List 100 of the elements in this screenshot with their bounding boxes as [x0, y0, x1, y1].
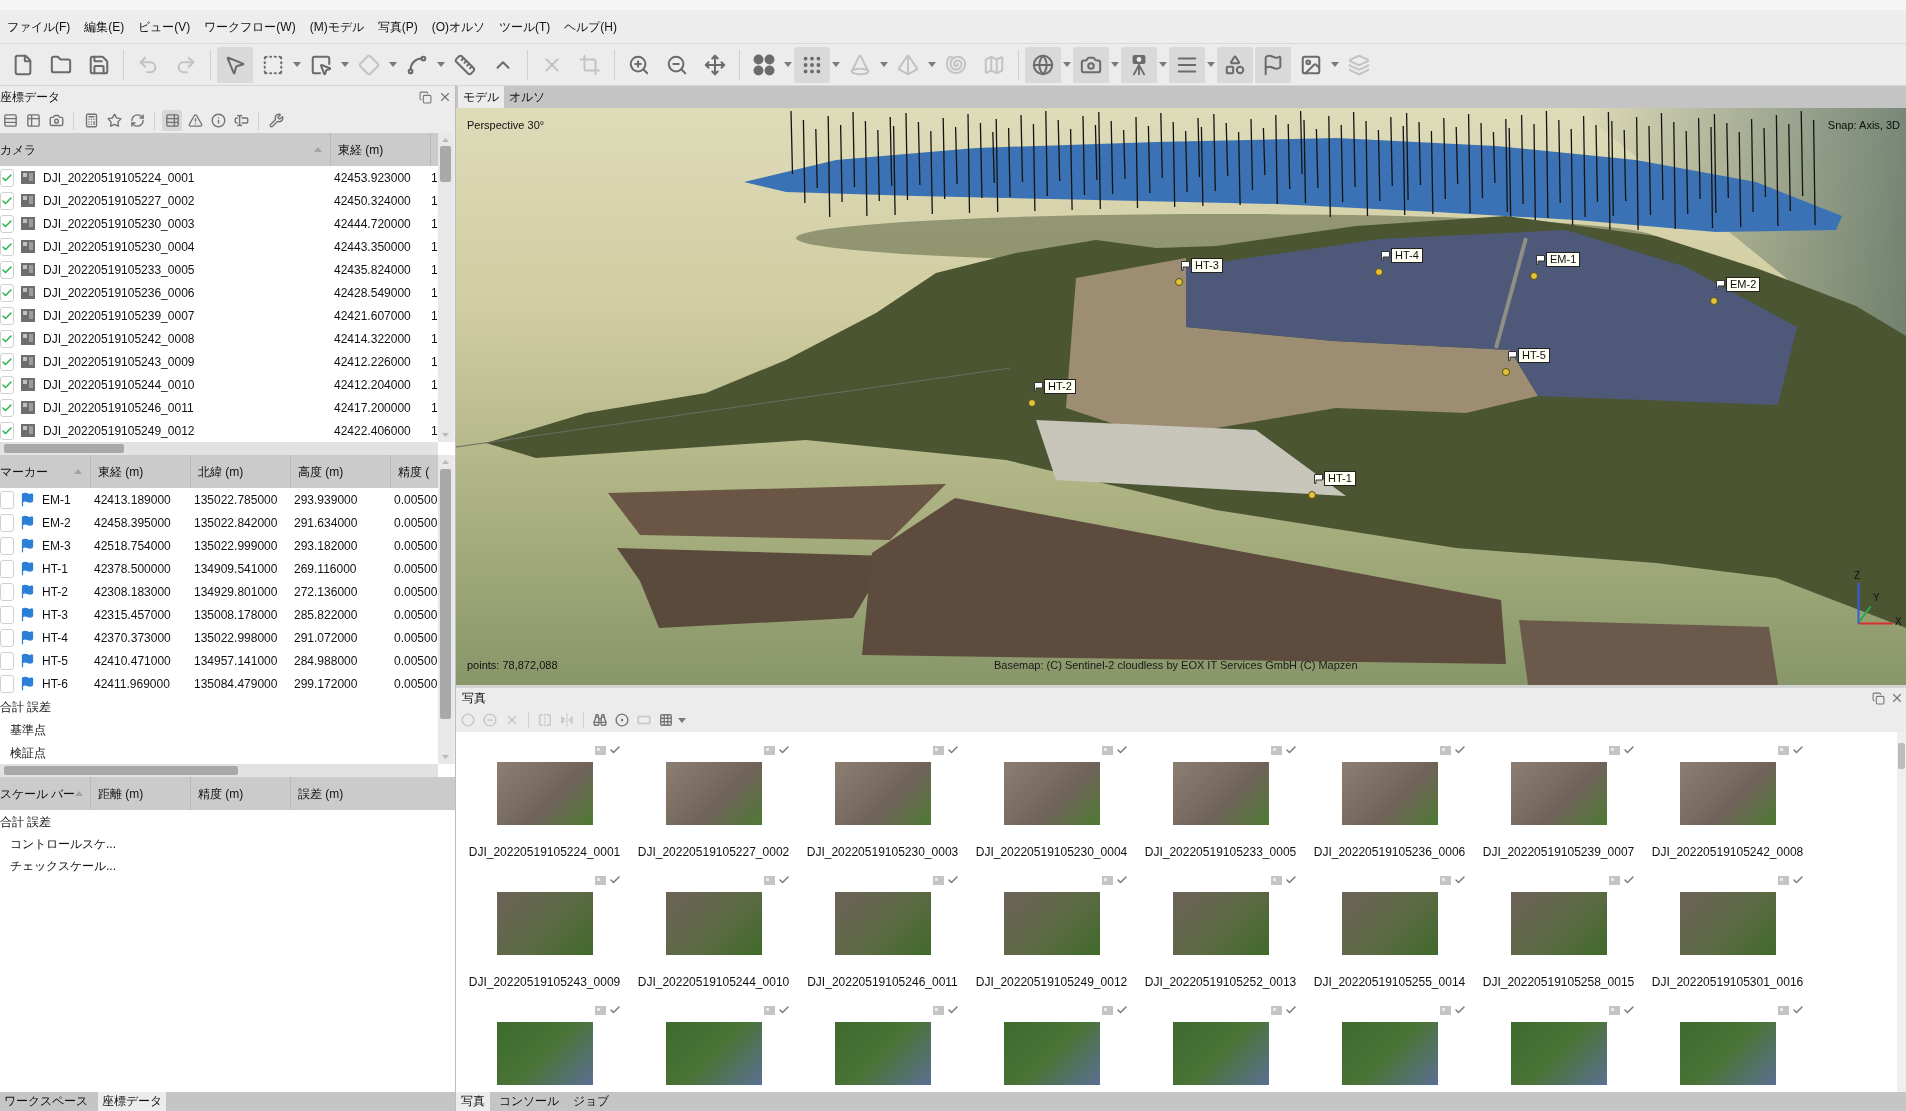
checkbox[interactable] — [0, 375, 14, 394]
checkbox[interactable] — [0, 260, 14, 279]
scrollbar-thumb[interactable] — [1898, 743, 1905, 769]
photo-thumbnail[interactable] — [1172, 1022, 1269, 1085]
caret-icon[interactable] — [437, 62, 445, 67]
menu-item[interactable]: 編集(E) — [84, 18, 125, 35]
scroll-down-icon[interactable] — [442, 755, 449, 759]
marker-point-icon[interactable] — [1175, 278, 1183, 286]
scrollbar[interactable] — [438, 133, 453, 442]
photo-thumbnail[interactable] — [1341, 892, 1438, 955]
dot-grid-button[interactable] — [794, 46, 830, 83]
restore-window-icon[interactable] — [1872, 691, 1885, 705]
caret-icon[interactable] — [1159, 62, 1167, 67]
caret-icon[interactable] — [293, 62, 301, 67]
menu-item[interactable]: ファイル(F) — [7, 18, 71, 35]
photo-thumbnail[interactable] — [665, 762, 762, 825]
photo-thumbnail[interactable] — [1679, 1022, 1776, 1085]
column-header[interactable]: スケール バー — [0, 784, 76, 803]
column-header[interactable]: 高度 (m) — [298, 462, 344, 481]
marker-point-icon[interactable] — [1028, 399, 1036, 407]
marker-point-icon[interactable] — [1502, 368, 1510, 376]
photo-thumbnail[interactable] — [1679, 892, 1776, 955]
shapes-button[interactable] — [1217, 46, 1253, 83]
caret-icon[interactable] — [1331, 62, 1339, 67]
marker-label[interactable]: EM-2 — [1726, 277, 1761, 292]
tab[interactable]: オルソ — [504, 86, 550, 108]
scrollbar[interactable] — [0, 764, 438, 777]
checkbox[interactable] — [0, 306, 14, 325]
scroll-up-icon[interactable] — [442, 460, 449, 464]
close-icon[interactable] — [438, 90, 452, 104]
photo-thumbnail[interactable] — [665, 1022, 762, 1085]
column-header[interactable]: 誤差 (m) — [298, 784, 344, 803]
checkbox[interactable] — [0, 674, 14, 693]
checkbox[interactable] — [0, 628, 14, 647]
camera-button[interactable] — [1073, 46, 1109, 83]
checkbox[interactable] — [0, 237, 14, 256]
photo-thumbnail[interactable] — [1172, 762, 1269, 825]
column-header[interactable]: 北緯 (m) — [198, 462, 244, 481]
marker-point-icon[interactable] — [1530, 272, 1538, 280]
marker-point-icon[interactable] — [1710, 297, 1718, 305]
caret-icon[interactable] — [784, 62, 792, 67]
photo-thumbnail[interactable] — [834, 1022, 931, 1085]
scrollbar[interactable] — [0, 442, 438, 455]
flag-button[interactable] — [1255, 46, 1291, 83]
tab[interactable]: 座標データ — [98, 1092, 166, 1111]
menu-item[interactable]: (M)モデル — [309, 18, 364, 35]
globe-button[interactable] — [1025, 46, 1061, 83]
close-icon[interactable] — [1890, 691, 1904, 705]
caret-icon[interactable] — [832, 62, 840, 67]
menu-item[interactable]: (O)オルソ — [431, 18, 485, 35]
menu-item[interactable]: 写真(P) — [377, 18, 418, 35]
scrollbar-thumb[interactable] — [4, 444, 124, 453]
column-header[interactable]: 距離 (m) — [98, 784, 144, 803]
scrollbar-thumb[interactable] — [440, 146, 451, 182]
caret-icon[interactable] — [1063, 62, 1071, 67]
photo-thumbnail[interactable] — [834, 892, 931, 955]
photo-thumbnail[interactable] — [834, 762, 931, 825]
checkbox[interactable] — [0, 559, 14, 578]
menu-item[interactable]: ツール(T) — [499, 18, 551, 35]
photo-thumbnail[interactable] — [1510, 1022, 1607, 1085]
scrollbar-thumb[interactable] — [440, 469, 451, 719]
checkbox[interactable] — [0, 421, 14, 440]
tab[interactable]: コンソール — [494, 1092, 564, 1111]
photo-thumbnail[interactable] — [1679, 762, 1776, 825]
caret-icon[interactable] — [678, 717, 686, 723]
checkbox[interactable] — [0, 536, 14, 555]
pointer-button[interactable] — [217, 46, 253, 83]
column-header[interactable]: 精度 ( — [398, 462, 430, 481]
photo-thumbnail[interactable] — [1341, 1022, 1438, 1085]
checkbox[interactable] — [0, 398, 14, 417]
marker-label[interactable]: HT-3 — [1191, 258, 1223, 273]
photo-thumbnail[interactable] — [1172, 892, 1269, 955]
photo-thumbnail[interactable] — [496, 892, 593, 955]
tab[interactable]: ジョブ — [568, 1092, 614, 1111]
column-header[interactable]: 東経 (m) — [98, 462, 144, 481]
table-lines-button[interactable] — [162, 110, 182, 131]
scrollbar[interactable] — [438, 455, 453, 764]
marker-label[interactable]: HT-4 — [1391, 248, 1423, 263]
photo-thumbnail[interactable] — [1003, 1022, 1100, 1085]
caret-icon[interactable] — [341, 62, 349, 67]
photo-thumbnail[interactable] — [496, 762, 593, 825]
photo-thumbnail[interactable] — [1003, 762, 1100, 825]
column-header[interactable]: マーカー — [0, 462, 48, 481]
column-header[interactable]: 東経 (m) — [338, 140, 384, 159]
photo-thumbnail[interactable] — [1341, 762, 1438, 825]
marker-label[interactable]: HT-2 — [1044, 379, 1076, 394]
photo-thumbnail[interactable] — [496, 1022, 593, 1085]
checkbox[interactable] — [0, 513, 14, 532]
menu-item[interactable]: ビュー(V) — [138, 18, 191, 35]
column-header[interactable]: カメラ — [0, 140, 36, 159]
column-header[interactable]: 精度 (m) — [198, 784, 244, 803]
photo-thumbnail[interactable] — [665, 892, 762, 955]
scroll-up-icon[interactable] — [442, 138, 449, 142]
scrollbar[interactable] — [1897, 732, 1906, 1092]
checkbox[interactable] — [0, 582, 14, 601]
checkbox[interactable] — [0, 605, 14, 624]
checkbox[interactable] — [0, 191, 14, 210]
photo-thumbnail[interactable] — [1510, 892, 1607, 955]
checkbox[interactable] — [0, 214, 14, 233]
marker-label[interactable]: HT-1 — [1324, 471, 1356, 486]
